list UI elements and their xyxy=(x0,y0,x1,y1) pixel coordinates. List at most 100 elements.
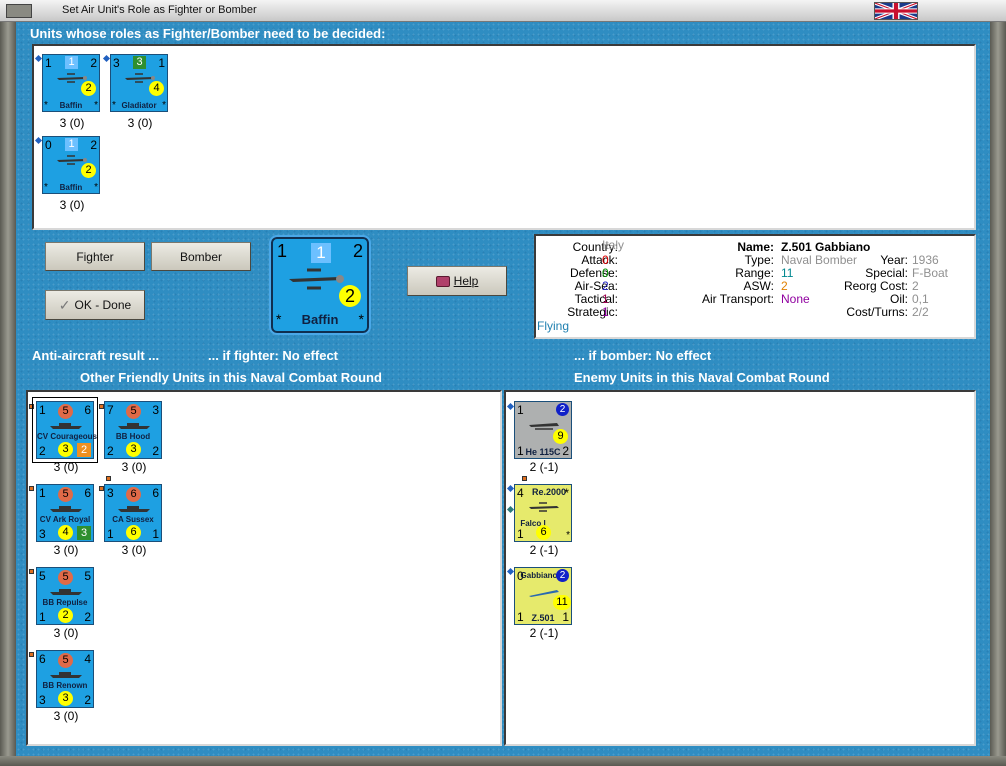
counter-unit-subname: Falco I xyxy=(520,519,546,528)
oil-value: 0,1 xyxy=(912,292,929,306)
unit-marker-icon xyxy=(29,652,34,657)
counter-top-left: 6 xyxy=(39,652,46,666)
counter-bottom-left: 2 xyxy=(107,444,114,458)
counter-top-right: 2 xyxy=(90,138,97,152)
counter-top-right: 2 xyxy=(90,56,97,70)
counter-top-right: 3 xyxy=(152,403,159,417)
counter-bottom-left: 3 xyxy=(39,693,46,707)
airtrans-key: Air Transport: xyxy=(701,292,774,306)
counter-top-right: 4 xyxy=(84,652,91,666)
counter-top-right: 6 xyxy=(84,486,91,500)
ship-icon xyxy=(50,589,82,595)
naval-unit-counter[interactable]: 3 6 6 CA Sussex 1 6 1 xyxy=(104,484,162,542)
ship-icon xyxy=(118,423,150,429)
counter-strength: 3 (0) xyxy=(59,116,85,130)
special-key: Special: xyxy=(865,266,908,280)
unit-info-panel: Country: Italy Attack: 0 Defense: 0 Air-… xyxy=(534,234,976,339)
name-key: Name: xyxy=(737,240,774,254)
counter-top-right: 6 xyxy=(84,403,91,417)
counter-strength: 2 (-1) xyxy=(529,543,559,557)
unit-marker-icon xyxy=(506,484,515,493)
naval-unit-counter[interactable]: 7 5 3 BB Hood 2 3 2 xyxy=(104,401,162,459)
if-fighter-result: ... if fighter: No effect xyxy=(208,348,338,363)
cost-value: 2/2 xyxy=(912,305,929,319)
counter-strength: 3 (0) xyxy=(121,460,147,474)
unit-marker-icon xyxy=(522,476,527,481)
counter-top-left: 3 xyxy=(113,56,120,70)
bomber-button-label: Bomber xyxy=(179,249,223,264)
strategic-key: Strategic: xyxy=(567,305,618,319)
help-book-icon xyxy=(435,275,450,287)
counter-strength: 3 (0) xyxy=(121,543,147,557)
help-button[interactable]: Help xyxy=(407,266,507,296)
counter-strength: 3 (0) xyxy=(53,709,79,723)
ship-icon xyxy=(50,672,82,678)
unit-marker-icon xyxy=(106,476,111,481)
counter-strength: 3 (0) xyxy=(59,198,85,212)
counter-bottom-right: 1 xyxy=(562,610,569,624)
counter-range-value: 2 xyxy=(81,163,96,178)
fighter-button-label: Fighter xyxy=(76,249,114,264)
bomber-button[interactable]: Bomber xyxy=(151,242,251,271)
naval-unit-counter[interactable]: 1 5 6 CV Courageous 2 3 2 xyxy=(32,397,98,463)
counter-top-left: 1 xyxy=(45,56,52,70)
reorg-key: Reorg Cost: xyxy=(843,279,908,293)
counter-range-value: 2 xyxy=(81,81,96,96)
enemy-units-label: Enemy Units in this Naval Combat Round xyxy=(574,370,830,385)
counter-unit-name: Baffin xyxy=(59,183,83,192)
counter-star: * xyxy=(94,100,98,111)
air-unit-counter[interactable]: 0 1 2 2 * Baffin * xyxy=(42,136,100,194)
defense-key: Defense: xyxy=(569,266,618,280)
counter-top-left: 3 xyxy=(107,486,114,500)
air-unit-counter[interactable]: 1 1 2 2 * Baffin * xyxy=(42,54,100,112)
plane-icon xyxy=(289,268,344,290)
asw-value: 2 xyxy=(781,279,788,293)
special-value: F-Boat xyxy=(912,266,949,280)
strategic-value: 1 xyxy=(602,305,609,319)
unit-marker-icon xyxy=(102,54,111,63)
window-menu-icon[interactable] xyxy=(6,4,32,18)
air-unit-counter[interactable]: 0 Gabbiano 2 11 1 Z.501 1 xyxy=(514,567,572,625)
counter-strength: 3 (0) xyxy=(127,116,153,130)
counter-top-value: 5 xyxy=(58,487,73,502)
cost-key: Cost/Turns: xyxy=(846,305,908,319)
counter-unit-name: Baffin xyxy=(59,101,83,110)
counter-carrier-value: 2 xyxy=(77,443,91,457)
counter-carrier-value: 3 xyxy=(77,526,91,540)
air-unit-counter[interactable]: 1 2 9 1 He 115C 2 xyxy=(514,401,572,459)
ship-icon xyxy=(50,423,82,429)
counter-range-value: 9 xyxy=(553,429,568,444)
range-value: 11 xyxy=(781,266,794,280)
year-key: Year: xyxy=(880,253,908,267)
counter-unit-name: CV Courageous xyxy=(37,432,98,441)
year-value: 1936 xyxy=(912,253,939,267)
window-frame-right xyxy=(990,22,1006,766)
tactical-value: 1 xyxy=(602,292,609,306)
naval-unit-counter[interactable]: 1 5 6 CV Ark Royal 3 4 3 xyxy=(36,484,94,542)
counter-top-value: 5 xyxy=(58,653,73,668)
selected-range-value: 2 xyxy=(339,285,361,307)
dialog-board: Units whose roles as Fighter/Bomber need… xyxy=(16,22,990,756)
ok-done-label: OK - Done xyxy=(74,298,132,312)
reorg-value: 2 xyxy=(912,279,919,293)
asw-key: ASW: xyxy=(743,279,774,293)
fighter-button[interactable]: Fighter xyxy=(45,242,145,271)
counter-top-left: 1 xyxy=(39,403,46,417)
air-unit-counter[interactable]: 4 Re.2000 * Falco I 1 6 * xyxy=(514,484,572,542)
counter-strength: 3 (0) xyxy=(53,626,79,640)
type-value: Naval Bomber xyxy=(781,253,858,267)
naval-unit-counter[interactable]: 6 5 4 BB Renown 3 3 2 xyxy=(36,650,94,708)
flying-status: Flying xyxy=(537,319,570,333)
naval-unit-counter[interactable]: 5 5 5 BB Repulse 1 2 2 xyxy=(36,567,94,625)
undecided-label: Units whose roles as Fighter/Bomber need… xyxy=(30,26,386,41)
counter-top-right: 5 xyxy=(84,569,91,583)
ok-done-button[interactable]: ✓ OK - Done xyxy=(45,290,145,320)
counter-range-value: 4 xyxy=(149,81,164,96)
counter-bottom-left: 2 xyxy=(39,444,46,458)
counter-unit-name: BB Repulse xyxy=(42,598,88,607)
counter-top-right: 6 xyxy=(152,486,159,500)
air-unit-counter[interactable]: 3 3 1 4 * Gladiator * xyxy=(110,54,168,112)
counter-star: * xyxy=(94,182,98,193)
counter-top-value: 5 xyxy=(58,404,73,419)
counter-bottom-value: 6 xyxy=(126,525,141,540)
